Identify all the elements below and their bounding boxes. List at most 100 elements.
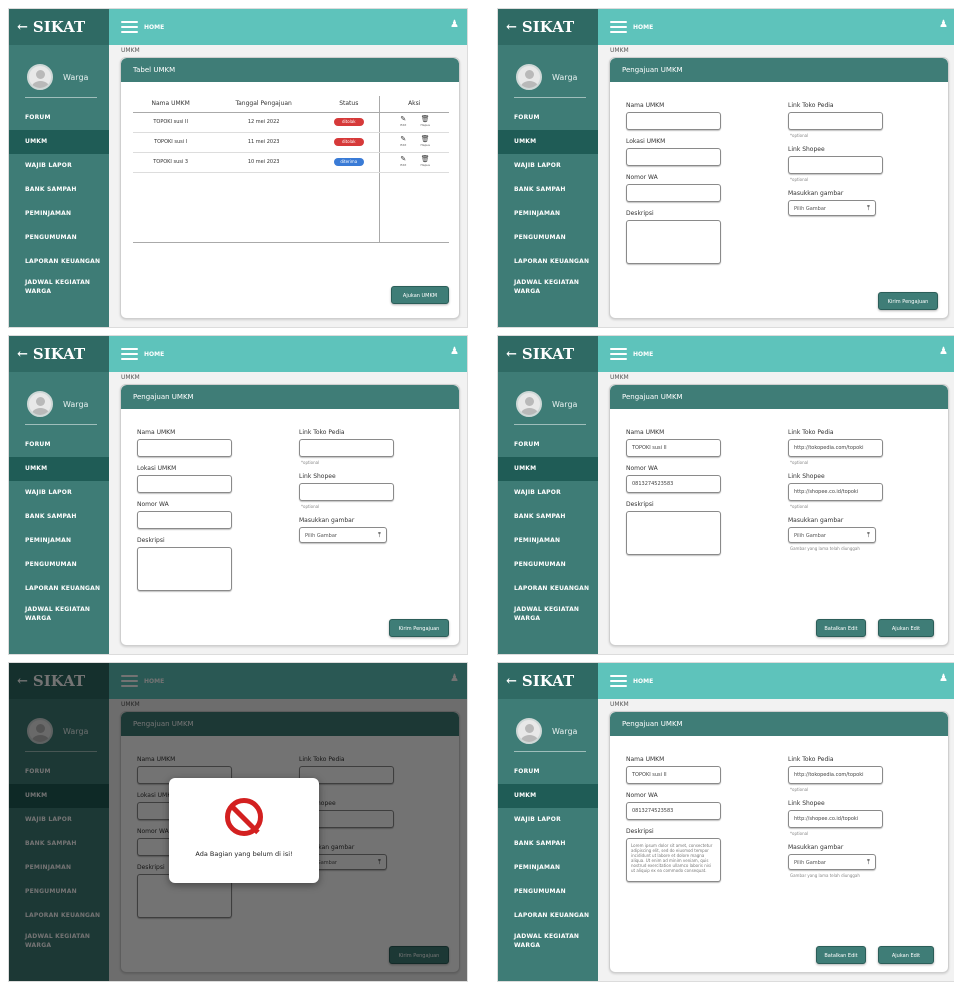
sidebar-item-jadwal-kegiatan-warga[interactable]: JADWAL KEGIATAN WARGA bbox=[498, 928, 598, 958]
location-input[interactable] bbox=[626, 148, 721, 166]
sidebar-item-forum[interactable]: FORUM bbox=[498, 106, 598, 130]
back-arrow-icon[interactable]: ← bbox=[506, 347, 517, 362]
table-row[interactable]: TOPOKI susi II 12 mei 2022 ditolak ✎ Edit 🗑 Ha… bbox=[133, 112, 449, 133]
sidebar-item-bank-sampah[interactable]: BANK SAMPAH bbox=[498, 505, 598, 529]
description-textarea[interactable]: Lorem ipsum dolor sit amet, consectetur … bbox=[626, 838, 721, 882]
description-textarea[interactable] bbox=[626, 220, 721, 264]
user-profile[interactable]: Warga bbox=[9, 45, 109, 97]
trash-icon[interactable]: 🗑 Hapus bbox=[414, 156, 436, 168]
sidebar-item-umkm[interactable]: UMKM bbox=[498, 457, 598, 481]
image-file-picker[interactable]: Pilih Gambar ⤒ bbox=[299, 527, 387, 543]
shopee-input[interactable] bbox=[299, 483, 394, 501]
cancel-edit-button[interactable]: Batalkan Edit bbox=[816, 619, 866, 637]
description-textarea[interactable] bbox=[137, 547, 232, 591]
sidebar-item-laporan-keuangan[interactable]: LAPORAN KEUANGAN bbox=[9, 250, 109, 274]
bell-icon[interactable]: ♟ bbox=[939, 673, 948, 684]
sidebar-item-pengumuman[interactable]: PENGUMUMAN bbox=[498, 553, 598, 577]
hamburger-icon[interactable] bbox=[121, 21, 138, 33]
sidebar-item-forum[interactable]: FORUM bbox=[9, 433, 109, 457]
brand[interactable]: ← SIKAT bbox=[498, 336, 598, 372]
sidebar-item-pengumuman[interactable]: PENGUMUMAN bbox=[498, 880, 598, 904]
sidebar-item-peminjaman[interactable]: PEMINJAMAN bbox=[498, 856, 598, 880]
sidebar-item-laporan-keuangan[interactable]: LAPORAN KEUANGAN bbox=[498, 250, 598, 274]
sidebar-item-pengumuman[interactable]: PENGUMUMAN bbox=[498, 226, 598, 250]
location-input[interactable] bbox=[137, 475, 232, 493]
sidebar-item-wajib-lapor[interactable]: WAJIB LAPOR bbox=[9, 154, 109, 178]
tokopedia-input[interactable] bbox=[299, 439, 394, 457]
hamburger-icon[interactable] bbox=[121, 348, 138, 360]
sidebar-item-bank-sampah[interactable]: BANK SAMPAH bbox=[498, 832, 598, 856]
bell-icon[interactable]: ♟ bbox=[450, 19, 459, 30]
save-edit-button[interactable]: Ajukan Edit bbox=[878, 946, 934, 964]
sidebar-item-wajib-lapor[interactable]: WAJIB LAPOR bbox=[9, 481, 109, 505]
save-edit-button[interactable]: Ajukan Edit bbox=[878, 619, 934, 637]
trash-icon[interactable]: 🗑 Hapus bbox=[414, 116, 436, 128]
brand[interactable]: ← SIKAT bbox=[9, 9, 109, 45]
name-input[interactable]: TOPOKI susi II bbox=[626, 439, 721, 457]
edit-icon[interactable]: ✎ Edit bbox=[392, 136, 414, 148]
sidebar-item-jadwal-kegiatan-warga[interactable]: JADWAL KEGIATAN WARGA bbox=[498, 601, 598, 631]
sidebar-item-jadwal-kegiatan-warga[interactable]: JADWAL KEGIATAN WARGA bbox=[9, 601, 109, 631]
cancel-edit-button[interactable]: Batalkan Edit bbox=[816, 946, 866, 964]
sidebar-item-wajib-lapor[interactable]: WAJIB LAPOR bbox=[498, 481, 598, 505]
shopee-input[interactable]: http://shopee.co.id/topoki bbox=[788, 810, 883, 828]
image-file-picker[interactable]: Pilih Gambar ⤒ bbox=[788, 854, 876, 870]
back-arrow-icon[interactable]: ← bbox=[17, 20, 28, 35]
image-file-picker[interactable]: Pilih Gambar ⤒ bbox=[788, 527, 876, 543]
name-input[interactable] bbox=[626, 112, 721, 130]
table-row[interactable]: TOPOKI susi 3 10 mei 2023 diterima ✎ Edit 🗑 Ha… bbox=[133, 152, 449, 173]
tokopedia-input[interactable] bbox=[788, 112, 883, 130]
wa-input[interactable] bbox=[626, 184, 721, 202]
shopee-input[interactable] bbox=[788, 156, 883, 174]
tokopedia-input[interactable]: http://tokopedia.com/topoki bbox=[788, 766, 883, 784]
hamburger-icon[interactable] bbox=[610, 675, 627, 687]
sidebar-item-bank-sampah[interactable]: BANK SAMPAH bbox=[9, 178, 109, 202]
sidebar-item-forum[interactable]: FORUM bbox=[498, 760, 598, 784]
name-input[interactable] bbox=[137, 439, 232, 457]
user-profile[interactable]: Warga bbox=[9, 372, 109, 424]
submit-button[interactable]: Kirim Pengajuan bbox=[389, 619, 449, 637]
wa-input[interactable] bbox=[137, 511, 232, 529]
back-arrow-icon[interactable]: ← bbox=[506, 20, 517, 35]
sidebar-item-wajib-lapor[interactable]: WAJIB LAPOR bbox=[498, 808, 598, 832]
upload-icon[interactable]: ⤒ bbox=[867, 531, 870, 540]
upload-icon[interactable]: ⤒ bbox=[867, 204, 870, 213]
name-input[interactable]: TOPOKI susi II bbox=[626, 766, 721, 784]
sidebar-item-umkm[interactable]: UMKM bbox=[498, 130, 598, 154]
hamburger-icon[interactable] bbox=[610, 21, 627, 33]
sidebar-item-forum[interactable]: FORUM bbox=[9, 106, 109, 130]
edit-icon[interactable]: ✎ Edit bbox=[392, 116, 414, 128]
home-link[interactable]: HOME bbox=[633, 351, 653, 358]
brand[interactable]: ← SIKAT bbox=[498, 663, 598, 699]
sidebar-item-umkm[interactable]: UMKM bbox=[9, 130, 109, 154]
user-profile[interactable]: Warga bbox=[498, 699, 598, 751]
home-link[interactable]: HOME bbox=[633, 678, 653, 685]
edit-icon[interactable]: ✎ Edit bbox=[392, 156, 414, 168]
table-row[interactable]: TOPOKI susi I 11 mei 2023 ditolak ✎ Edit 🗑 Hap… bbox=[133, 132, 449, 153]
bell-icon[interactable]: ♟ bbox=[450, 346, 459, 357]
sidebar-item-peminjaman[interactable]: PEMINJAMAN bbox=[498, 202, 598, 226]
brand[interactable]: ← SIKAT bbox=[9, 336, 109, 372]
sidebar-item-wajib-lapor[interactable]: WAJIB LAPOR bbox=[498, 154, 598, 178]
upload-icon[interactable]: ⤒ bbox=[378, 531, 381, 540]
sidebar-item-jadwal-kegiatan-warga[interactable]: JADWAL KEGIATAN WARGA bbox=[9, 274, 109, 304]
sidebar-item-peminjaman[interactable]: PEMINJAMAN bbox=[9, 529, 109, 553]
user-profile[interactable]: Warga bbox=[498, 372, 598, 424]
home-link[interactable]: HOME bbox=[144, 24, 164, 31]
tokopedia-input[interactable]: http://tokopedia.com/topoki bbox=[788, 439, 883, 457]
sidebar-item-peminjaman[interactable]: PEMINJAMAN bbox=[498, 529, 598, 553]
home-link[interactable]: HOME bbox=[144, 351, 164, 358]
submit-button[interactable]: Kirim Pengajuan bbox=[878, 292, 938, 310]
sidebar-item-laporan-keuangan[interactable]: LAPORAN KEUANGAN bbox=[9, 577, 109, 601]
sidebar-item-bank-sampah[interactable]: BANK SAMPAH bbox=[9, 505, 109, 529]
sidebar-item-peminjaman[interactable]: PEMINJAMAN bbox=[9, 202, 109, 226]
sidebar-item-pengumuman[interactable]: PENGUMUMAN bbox=[9, 226, 109, 250]
trash-icon[interactable]: 🗑 Hapus bbox=[414, 136, 436, 148]
upload-icon[interactable]: ⤒ bbox=[867, 858, 870, 867]
sidebar-item-umkm[interactable]: UMKM bbox=[9, 457, 109, 481]
sidebar-item-forum[interactable]: FORUM bbox=[498, 433, 598, 457]
bell-icon[interactable]: ♟ bbox=[939, 346, 948, 357]
sidebar-item-pengumuman[interactable]: PENGUMUMAN bbox=[9, 553, 109, 577]
bell-icon[interactable]: ♟ bbox=[939, 19, 948, 30]
user-profile[interactable]: Warga bbox=[498, 45, 598, 97]
